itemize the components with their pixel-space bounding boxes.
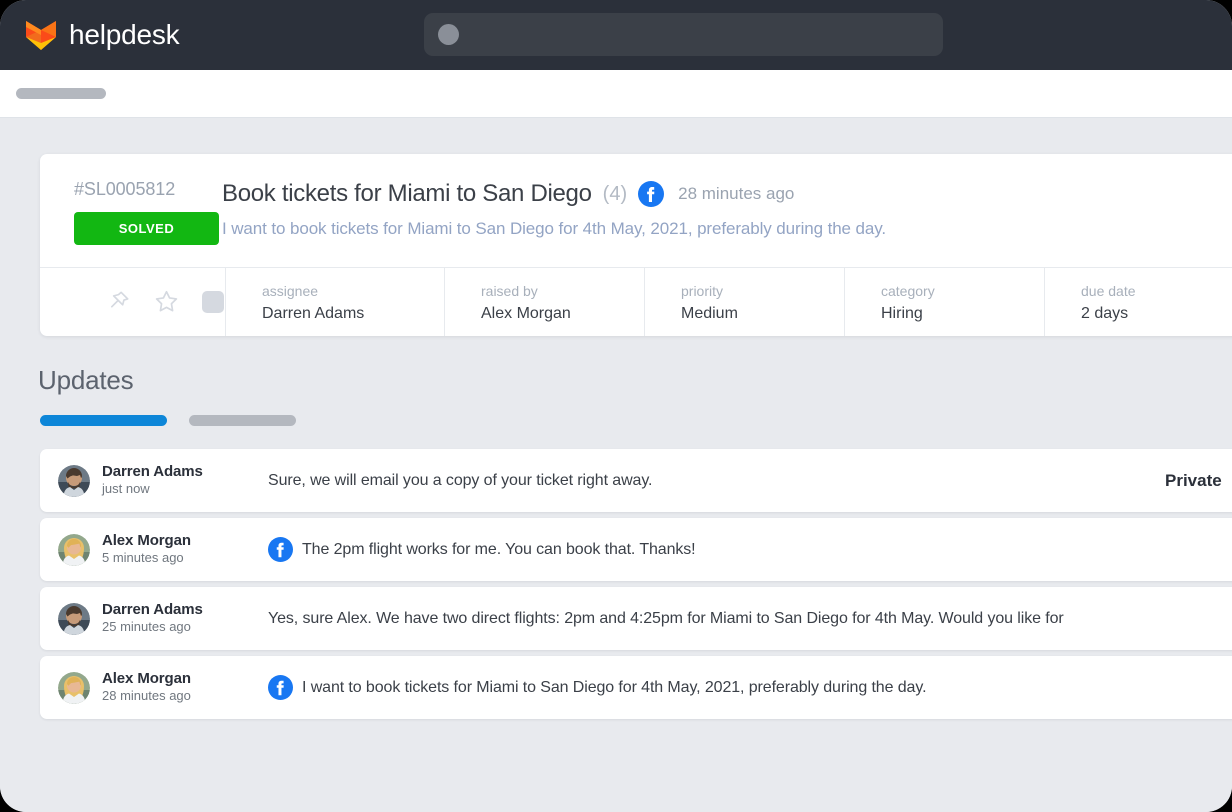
facebook-icon	[638, 181, 665, 207]
message-list: Darren Adams just now Sure, we will emai…	[40, 449, 1232, 725]
fox-chevron-logo-icon	[26, 19, 56, 51]
meta-label: raised by	[481, 282, 538, 299]
main-content: #SL0005812 SOLVED Book tickets for Miami…	[0, 118, 1232, 812]
meta-due-date: due date 2 days	[1044, 267, 1232, 336]
facebook-icon	[268, 537, 293, 562]
author-timestamp: 25 minutes ago	[102, 619, 191, 635]
message-text: Sure, we will email you a copy of your t…	[268, 471, 653, 489]
pin-icon[interactable]	[106, 289, 131, 314]
meta-assignee: assignee Darren Adams	[225, 267, 444, 336]
message-author: Darren Adams 25 minutes ago	[90, 601, 268, 637]
app-window: helpdesk #SL0005812 SOLVED Book tickets …	[0, 0, 1232, 812]
author-name: Darren Adams	[102, 600, 203, 618]
meta-value[interactable]: Darren Adams	[262, 302, 444, 326]
brand-name: helpdesk	[69, 19, 180, 50]
ticket-preview-text: I want to book tickets for Miami to San …	[222, 219, 887, 238]
top-header-bar: helpdesk	[0, 0, 1232, 70]
message-text: I want to book tickets for Miami to San …	[302, 678, 927, 696]
ticket-id-column: #SL0005812 SOLVED	[40, 179, 219, 245]
search-placeholder-dot-icon	[438, 24, 459, 45]
message-author: Alex Morgan 5 minutes ago	[90, 532, 268, 568]
ticket-main-column: Book tickets for Miami to San Diego (4) …	[185, 180, 1232, 245]
sub-header-bar	[0, 70, 1232, 118]
avatar	[58, 602, 90, 635]
meta-value[interactable]: Hiring	[881, 302, 1044, 326]
ticket-timestamp: 28 minutes ago	[678, 184, 795, 203]
ticket-title[interactable]: Book tickets for Miami to San Diego	[222, 180, 592, 208]
meta-category: category Hiring	[844, 267, 1044, 336]
meta-label: due date	[1081, 282, 1136, 299]
avatar	[58, 671, 90, 704]
message-body: I want to book tickets for Miami to San …	[268, 675, 1232, 700]
author-name: Darren Adams	[102, 462, 203, 480]
list-item[interactable]: Alex Morgan 5 minutes ago The 2pm flight…	[40, 518, 1232, 581]
avatar	[58, 464, 90, 497]
meta-value[interactable]: Alex Morgan	[481, 302, 644, 326]
ticket-title-row: Book tickets for Miami to San Diego (4) …	[222, 180, 1232, 208]
meta-label: category	[881, 282, 935, 299]
message-body: Yes, sure Alex. We have two direct fligh…	[268, 610, 1232, 628]
avatar	[58, 533, 90, 566]
tab-updates-inactive[interactable]	[189, 415, 296, 426]
author-timestamp: 28 minutes ago	[102, 688, 191, 704]
search-input[interactable]	[424, 13, 943, 56]
tab-updates-active[interactable]	[40, 415, 167, 426]
message-text: The 2pm flight works for me. You can boo…	[302, 540, 696, 558]
ticket-id: #SL0005812	[74, 179, 176, 199]
list-item[interactable]: Darren Adams just now Sure, we will emai…	[40, 449, 1232, 512]
message-text: Yes, sure Alex. We have two direct fligh…	[268, 609, 1064, 627]
message-body: Sure, we will email you a copy of your t…	[268, 472, 1165, 490]
meta-label: assignee	[262, 282, 319, 299]
updates-heading: Updates	[38, 365, 134, 395]
list-item[interactable]: Darren Adams 25 minutes ago Yes, sure Al…	[40, 587, 1232, 650]
ticket-meta-row: assignee Darren Adams raised by Alex Mor…	[40, 266, 1232, 336]
meta-raised-by: raised by Alex Morgan	[444, 267, 644, 336]
updates-tabs	[40, 415, 296, 426]
ticket-actions	[40, 268, 225, 336]
message-author: Alex Morgan 28 minutes ago	[90, 670, 268, 706]
ticket-header: #SL0005812 SOLVED Book tickets for Miami…	[40, 154, 1232, 267]
message-author: Darren Adams just now	[90, 463, 268, 499]
nav-placeholder-pill[interactable]	[16, 88, 106, 99]
meta-value[interactable]: Medium	[681, 302, 844, 326]
meta-priority: priority Medium	[644, 267, 844, 336]
ticket-card: #SL0005812 SOLVED Book tickets for Miami…	[40, 154, 1232, 336]
brand-logo[interactable]: helpdesk	[26, 19, 180, 51]
author-name: Alex Morgan	[102, 669, 191, 687]
message-visibility-badge: Private	[1165, 470, 1222, 490]
author-timestamp: just now	[102, 481, 150, 497]
author-name: Alex Morgan	[102, 531, 191, 549]
facebook-icon	[268, 675, 293, 700]
placeholder-square-icon[interactable]	[202, 290, 224, 313]
message-body: The 2pm flight works for me. You can boo…	[268, 537, 1232, 562]
author-timestamp: 5 minutes ago	[102, 550, 184, 566]
meta-label: priority	[681, 282, 724, 299]
star-icon[interactable]	[153, 288, 180, 315]
ticket-message-count: (4)	[602, 182, 628, 205]
list-item[interactable]: Alex Morgan 28 minutes ago I want to boo…	[40, 656, 1232, 719]
meta-value[interactable]: 2 days	[1081, 302, 1232, 326]
